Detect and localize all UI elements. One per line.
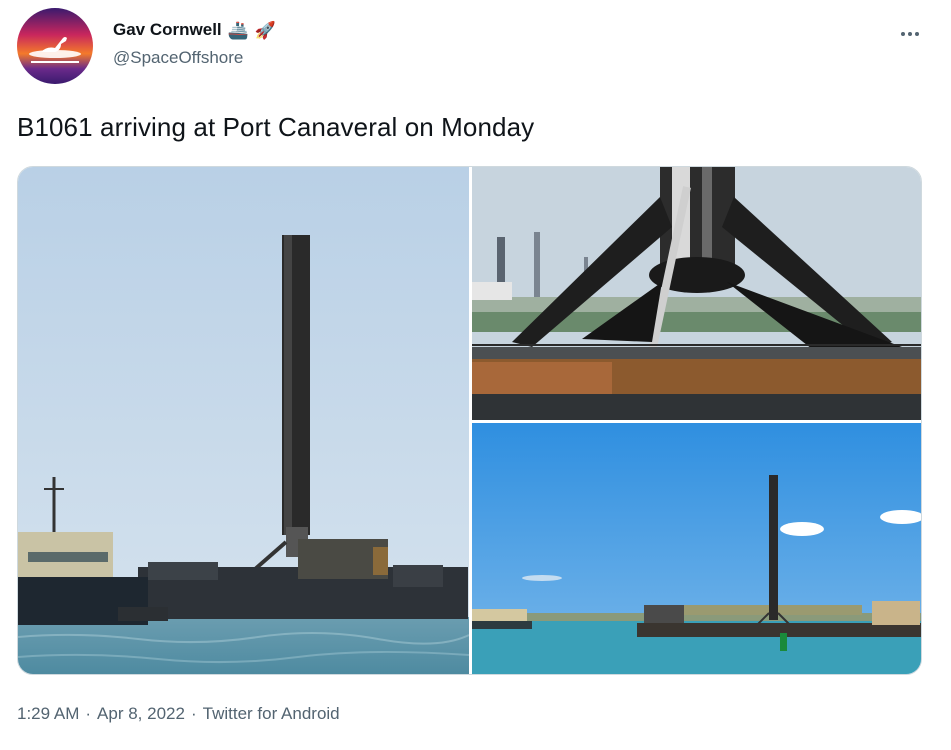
tweet-text: B1061 arriving at Port Canaveral on Mond… xyxy=(17,112,535,142)
avatar[interactable] xyxy=(17,8,93,84)
media-grid xyxy=(17,166,922,675)
photo-booster-harbor-arrival[interactable] xyxy=(472,423,921,674)
author-handle[interactable]: @SpaceOffshore xyxy=(113,48,243,68)
photo-booster-on-drone-ship-wide[interactable] xyxy=(18,167,469,674)
tweet-source[interactable]: Twitter for Android xyxy=(203,704,340,724)
seagull-sunset-icon xyxy=(17,8,93,84)
photo-booster-landing-legs-closeup[interactable] xyxy=(472,167,921,420)
author-name-row[interactable]: Gav Cornwell 🚢 🚀 xyxy=(113,20,276,40)
tweet-date[interactable]: Apr 8, 2022 xyxy=(97,704,185,724)
tweet-footer: 1:29 AM · Apr 8, 2022 · Twitter for Andr… xyxy=(17,704,340,724)
separator: · xyxy=(190,704,197,723)
tweet-time[interactable]: 1:29 AM xyxy=(17,704,79,724)
separator: · xyxy=(85,704,92,723)
ship-emoji-icon: 🚢 xyxy=(227,20,249,40)
display-name[interactable]: Gav Cornwell xyxy=(113,20,222,40)
more-options-icon[interactable] xyxy=(898,24,922,44)
rocket-emoji-icon: 🚀 xyxy=(254,20,276,40)
